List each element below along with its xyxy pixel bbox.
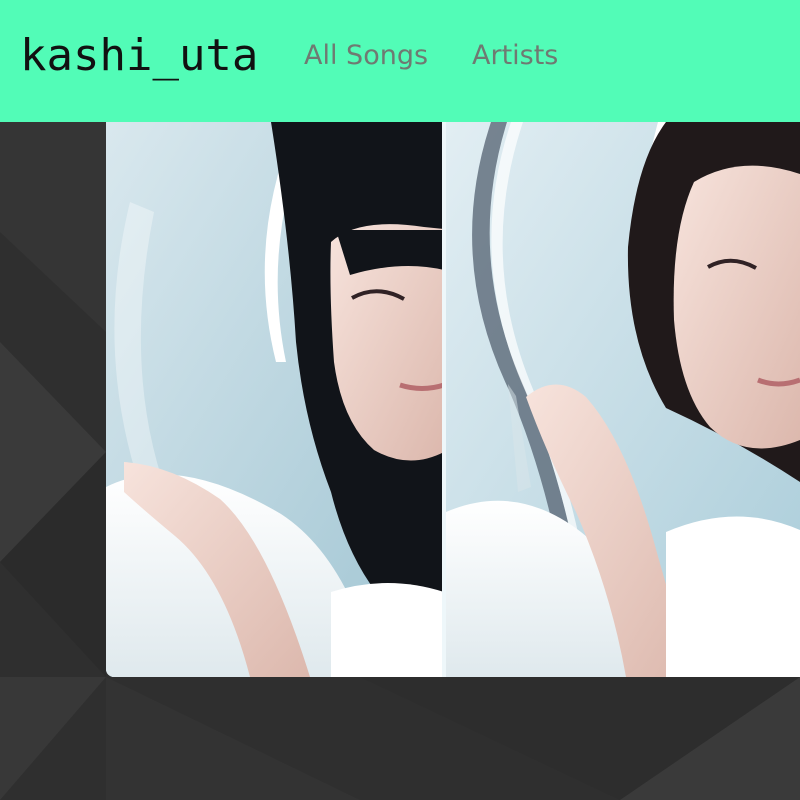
nav-all-songs-link[interactable]: All Songs [304, 38, 428, 74]
album-cover-image [106, 122, 800, 677]
album-artwork[interactable] [106, 122, 800, 677]
site-logo[interactable]: kashi_uta [20, 30, 258, 82]
nav-artists-link[interactable]: Artists [472, 38, 558, 74]
top-navigation: kashi_uta All Songs Artists [0, 0, 800, 122]
page: kashi_uta All Songs Artists [0, 0, 800, 800]
